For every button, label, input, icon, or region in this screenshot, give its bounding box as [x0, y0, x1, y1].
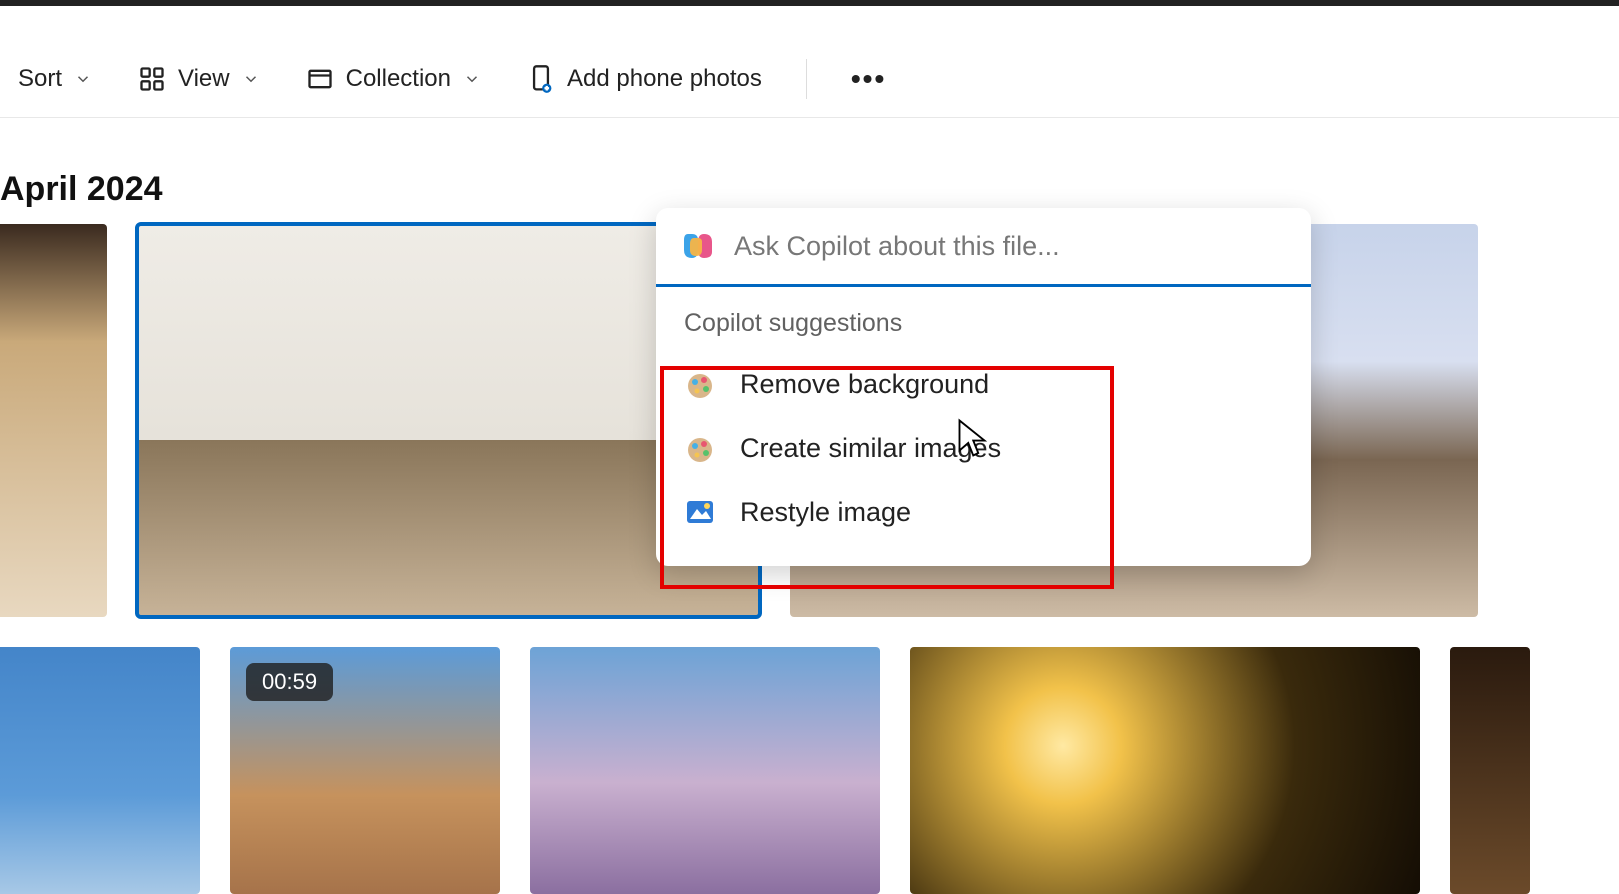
- suggestion-remove-background[interactable]: Remove background: [656, 352, 1311, 416]
- more-button[interactable]: •••: [843, 57, 894, 101]
- photo-thumb[interactable]: [910, 647, 1420, 894]
- copilot-popup: Copilot suggestions Remove background Cr…: [656, 208, 1311, 566]
- collection-label: Collection: [346, 65, 451, 93]
- suggestion-create-similar[interactable]: Create similar images: [656, 416, 1311, 480]
- suggestion-label: Create similar images: [740, 433, 1001, 464]
- chevron-down-icon: [463, 70, 481, 88]
- copilot-input[interactable]: [734, 231, 1287, 262]
- copilot-input-row: [656, 208, 1311, 287]
- toolbar-divider: [806, 59, 807, 99]
- suggestion-label: Restyle image: [740, 497, 911, 528]
- photo-thumb[interactable]: [530, 647, 880, 894]
- collection-icon: [306, 65, 334, 93]
- paint-palette-icon: [684, 432, 716, 464]
- paint-palette-icon: [684, 368, 716, 400]
- add-phone-label: Add phone photos: [567, 65, 762, 93]
- video-thumb[interactable]: 00:59: [230, 647, 500, 894]
- photo-thumb[interactable]: [0, 224, 107, 617]
- sort-button[interactable]: Sort: [10, 59, 100, 99]
- photo-thumb[interactable]: [0, 647, 200, 894]
- chevron-down-icon: [74, 70, 92, 88]
- copilot-icon: [680, 228, 716, 264]
- view-button[interactable]: View: [130, 59, 268, 99]
- suggestions-list: Remove background Create similar images …: [656, 346, 1311, 566]
- window-top-border: [0, 0, 1619, 6]
- grid-icon: [138, 65, 166, 93]
- video-duration-badge: 00:59: [246, 663, 333, 701]
- photo-thumb[interactable]: [1450, 647, 1530, 894]
- sort-label: Sort: [18, 65, 62, 93]
- toolbar: Sort View Collection Add phone photos ••…: [0, 40, 1619, 118]
- chevron-down-icon: [242, 70, 260, 88]
- suggestion-label: Remove background: [740, 369, 989, 400]
- view-label: View: [178, 65, 230, 93]
- collection-button[interactable]: Collection: [298, 59, 489, 99]
- suggestions-heading: Copilot suggestions: [656, 287, 1311, 346]
- more-icon: •••: [851, 63, 886, 95]
- phone-add-icon: [527, 64, 555, 94]
- picture-icon: [684, 496, 716, 528]
- section-heading: April 2024: [0, 170, 163, 209]
- suggestion-restyle-image[interactable]: Restyle image: [656, 480, 1311, 544]
- add-phone-photos-button[interactable]: Add phone photos: [519, 58, 770, 100]
